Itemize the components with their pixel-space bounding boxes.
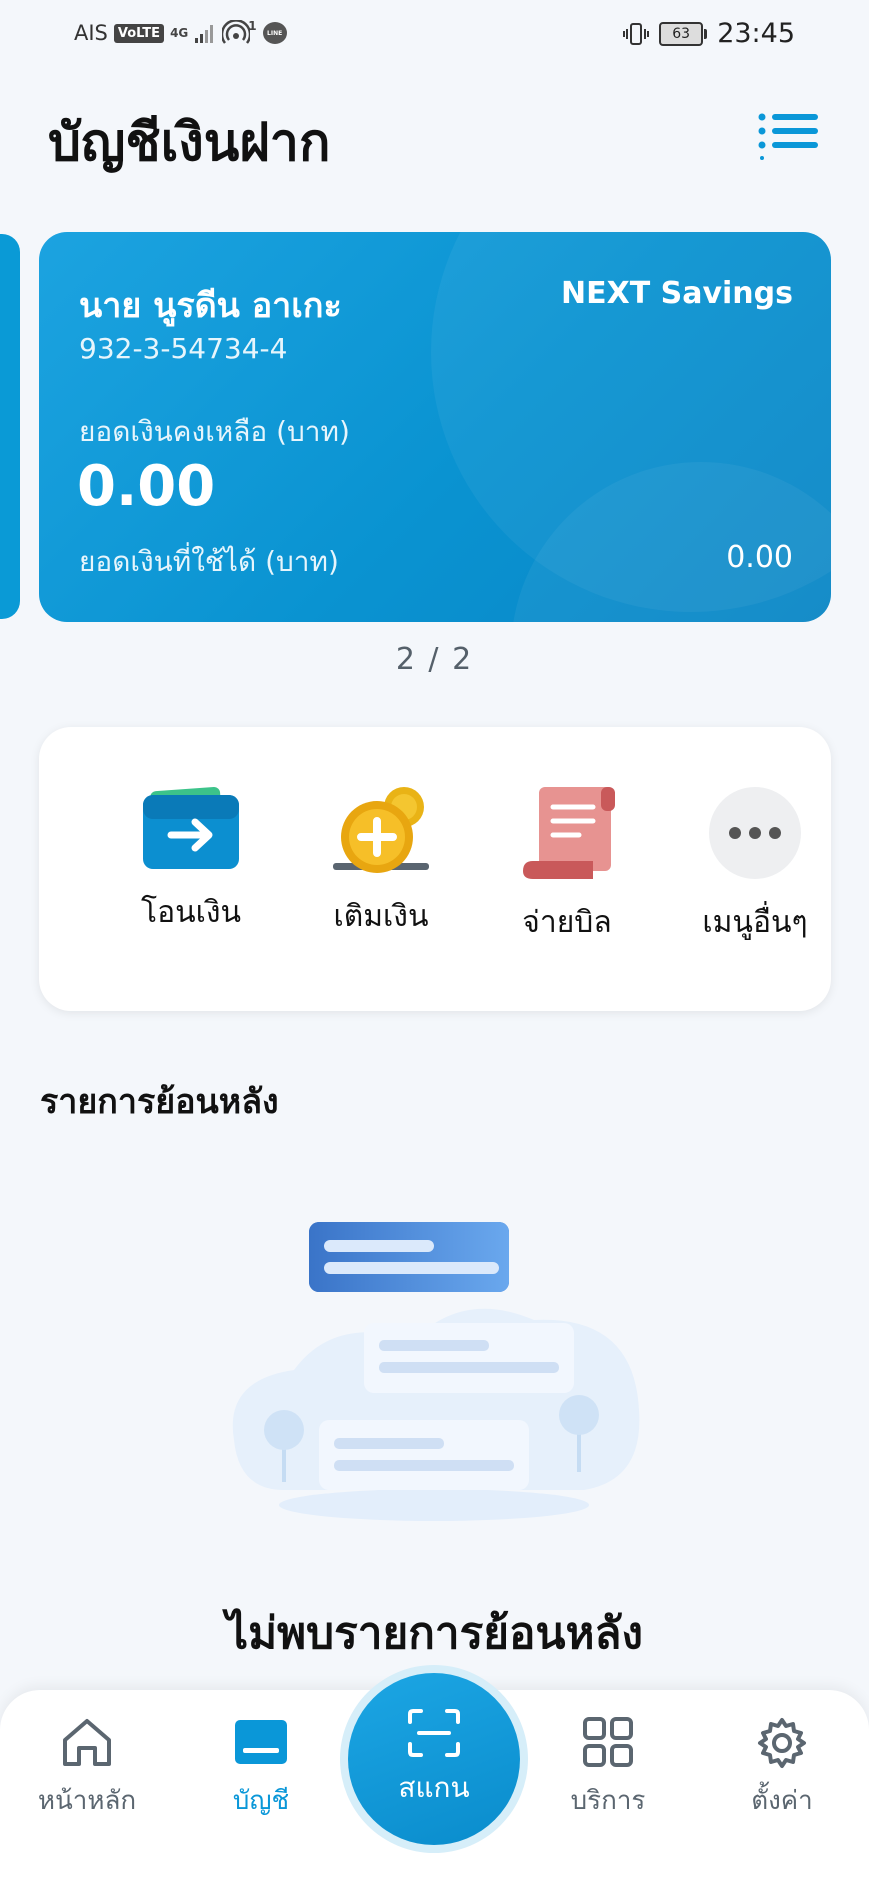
more-menu-button[interactable]: เมนูอื่นๆ [675, 785, 835, 946]
list-menu-icon[interactable] [758, 112, 820, 160]
battery-level: 63 [672, 25, 691, 42]
balance-label: ยอดเงินคงเหลือ (บาท) [79, 415, 350, 448]
transfer-button[interactable]: โอนเงิน [111, 785, 271, 936]
balance-value: 0.00 [77, 454, 216, 519]
account-card[interactable]: นาย นูรดีน อาเกะ NEXT Savings 932-3-5473… [39, 232, 831, 622]
scan-button-ring: สแกน [340, 1665, 528, 1853]
battery-icon: 63 [659, 21, 708, 46]
nav-home-label: หน้าหลัก [37, 1786, 137, 1816]
scan-button[interactable]: สแกน [348, 1673, 520, 1845]
account-holder-name: นาย นูรดีน อาเกะ [79, 286, 342, 326]
nav-services[interactable]: บริการ [538, 1716, 678, 1821]
pay-bill-label: จ่ายบิล [522, 905, 612, 940]
nav-services-label: บริการ [570, 1786, 646, 1816]
network-type: 4G [170, 26, 189, 40]
empty-history-illustration [232, 1222, 640, 1521]
account-number: 932-3-54734-4 [79, 332, 288, 365]
nav-account-label: บัญชี [232, 1786, 290, 1816]
more-dots-icon [709, 787, 801, 879]
topup-coin-icon [333, 787, 429, 873]
settings-gear-icon [758, 1718, 806, 1768]
status-left: AIS VoLTE 4G 1 LINE [74, 20, 287, 46]
bill-scroll-icon [523, 787, 615, 879]
vibrate-icon [623, 22, 650, 45]
previous-card-peek[interactable] [0, 234, 20, 619]
nav-account[interactable]: บัญชี [191, 1716, 331, 1821]
nav-settings-label: ตั้งค่า [751, 1786, 813, 1816]
pay-bill-button[interactable]: จ่ายบิล [487, 785, 647, 946]
status-right: 63 23:45 [623, 18, 795, 49]
history-section-title: รายการย้อนหลัง [40, 1082, 279, 1122]
transfer-wallet-icon [143, 787, 239, 869]
hotspot-icon [222, 20, 251, 44]
carousel-page-indicator: 2 / 2 [395, 642, 474, 677]
nav-home[interactable]: หน้าหลัก [17, 1716, 157, 1821]
account-card-icon [235, 1720, 287, 1764]
scan-label: สแกน [398, 1771, 470, 1804]
topup-label: เติมเงิน [333, 899, 429, 934]
scan-icon [408, 1709, 460, 1757]
empty-history-message: ไม่พบรายการย้อนหลัง [226, 1608, 643, 1659]
hotspot-count: 1 [248, 19, 257, 33]
services-grid-icon [583, 1717, 633, 1767]
account-product-name: NEXT Savings [560, 276, 793, 311]
quick-actions-panel: โอนเงิน เติมเงิน จ่ายบิล เมนูอื่นๆ [39, 727, 831, 1011]
nav-settings[interactable]: ตั้งค่า [712, 1716, 852, 1821]
available-balance-value: 0.00 [726, 540, 793, 575]
more-menu-label: เมนูอื่นๆ [702, 905, 808, 940]
transfer-label: โอนเงิน [140, 895, 242, 930]
clock: 23:45 [717, 18, 795, 49]
status-bar: AIS VoLTE 4G 1 LINE 63 23:45 [0, 0, 869, 70]
volte-badge: VoLTE [113, 23, 165, 43]
signal-icon [195, 25, 214, 43]
page-title: บัญชีเงินฝาก [48, 113, 331, 173]
available-balance-label: ยอดเงินที่ใช้ได้ (บาท) [79, 545, 339, 578]
home-icon [63, 1719, 111, 1766]
line-app-icon: LINE [262, 22, 287, 44]
topup-button[interactable]: เติมเงิน [301, 785, 461, 940]
carrier-name: AIS [74, 21, 108, 45]
